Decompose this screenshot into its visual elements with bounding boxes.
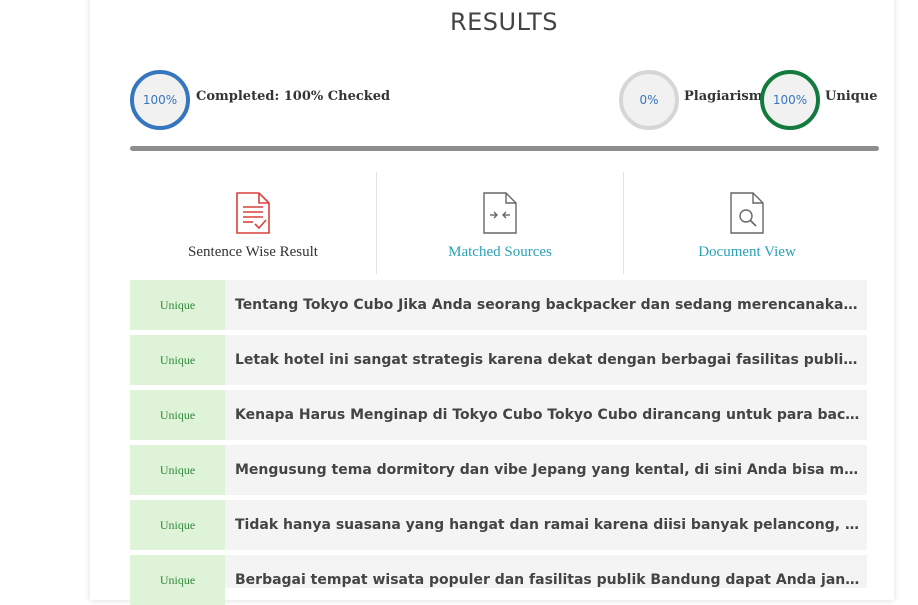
progress-bar — [130, 146, 879, 151]
document-compare-icon — [482, 192, 518, 239]
result-row[interactable]: Unique Kenapa Harus Menginap di Tokyo Cu… — [130, 390, 867, 440]
unique-badge: Unique — [130, 335, 225, 385]
results-title: RESULTS — [449, 8, 559, 36]
plagiarism-percent: 0% — [639, 93, 659, 107]
tab-document-view-label: Document View — [698, 244, 796, 260]
unique-badge: Unique — [130, 445, 225, 495]
unique-label: Unique — [825, 89, 878, 104]
unique-badge: Unique — [130, 500, 225, 550]
unique-circle: 100% — [760, 70, 820, 130]
sentence-text: Kenapa Harus Menginap di Tokyo Cubo Toky… — [235, 407, 862, 423]
completed-label: Completed: 100% Checked — [196, 89, 391, 104]
unique-badge: Unique — [130, 280, 225, 330]
plagiarism-label: Plagiarism — [684, 89, 763, 104]
plagiarism-circle: 0% — [619, 70, 679, 130]
result-row[interactable]: Unique Tidak hanya suasana yang hangat d… — [130, 500, 867, 550]
document-search-icon — [729, 192, 765, 239]
sentence-text: Letak hotel ini sangat strategis karena … — [235, 352, 862, 368]
tab-sentence-wise-result[interactable]: Sentence Wise Result — [130, 172, 376, 276]
tab-matched-sources-label: Matched Sources — [448, 244, 552, 260]
unique-badge: Unique — [130, 555, 225, 605]
result-row[interactable]: Unique Mengusung tema dormitory dan vibe… — [130, 445, 867, 495]
tab-document-view[interactable]: Document View — [624, 172, 870, 276]
sentence-text: Tentang Tokyo Cubo Jika Anda seorang bac… — [235, 297, 862, 313]
sentence-text: Tidak hanya suasana yang hangat dan rama… — [235, 517, 862, 533]
result-row[interactable]: Unique Berbagai tempat wisata populer da… — [130, 555, 867, 605]
unique-badge: Unique — [130, 390, 225, 440]
sentence-text: Mengusung tema dormitory dan vibe Jepang… — [235, 462, 862, 478]
document-check-icon — [235, 192, 271, 239]
tab-sentence-wise-result-label: Sentence Wise Result — [188, 244, 318, 260]
completed-circle: 100% — [130, 70, 190, 130]
tab-matched-sources[interactable]: Matched Sources — [377, 172, 623, 276]
unique-percent: 100% — [772, 93, 808, 107]
result-row[interactable]: Unique Letak hotel ini sangat strategis … — [130, 335, 867, 385]
result-row[interactable]: Unique Tentang Tokyo Cubo Jika Anda seor… — [130, 280, 867, 330]
sentence-text: Berbagai tempat wisata populer dan fasil… — [235, 572, 862, 588]
completed-percent: 100% — [142, 93, 178, 107]
